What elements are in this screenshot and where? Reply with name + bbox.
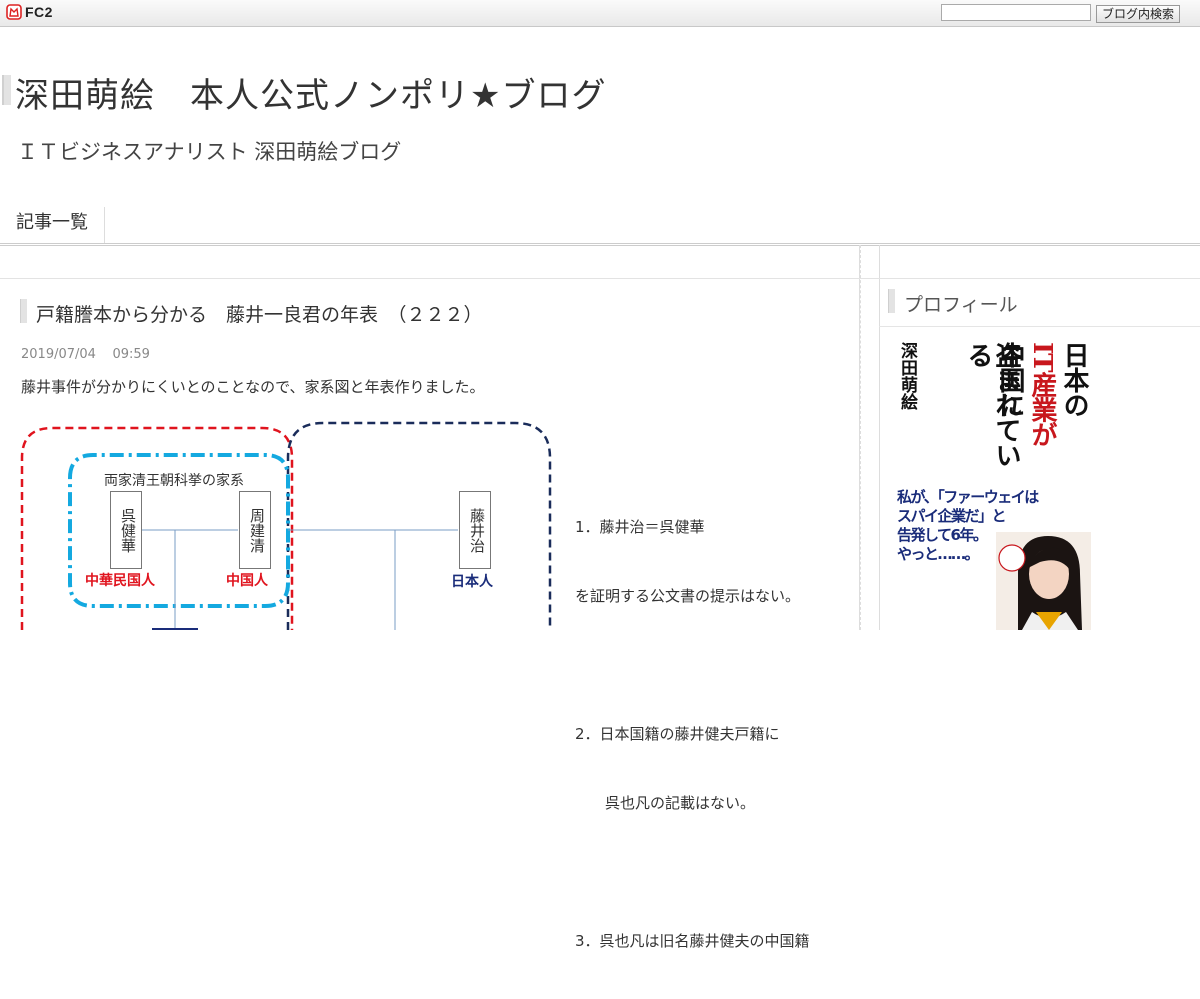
book-title-line: 日本の — [1059, 342, 1089, 417]
profile-divider — [879, 326, 1200, 327]
fc2-toolbar: FC2 ブログ内検索 — [0, 0, 1200, 27]
entry-time: 09:59 — [112, 347, 150, 362]
entry-title[interactable]: 戸籍謄本から分かる 藤井一良君の年表 （２２２） — [36, 300, 483, 327]
blog-search-button[interactable]: ブログ内検索 — [1096, 5, 1180, 23]
person-box-wu: 呉健華 — [110, 491, 142, 569]
note-line: 1．藤井治＝呉健華 — [575, 518, 705, 536]
note-line — [575, 654, 810, 677]
entry-lead-text: 藤井事件が分かりにくいとのことなので、家系図と年表作りました。 — [21, 378, 485, 396]
note-line: 2．日本国籍の藤井健夫戸籍に — [575, 725, 780, 743]
book-title-line: 盗まれている — [963, 342, 1021, 467]
fc2-logo[interactable]: FC2 — [6, 4, 53, 20]
book-cover-lower: 私が、「ファーウェイは スパイ企業だ」と 告発して6年。 やっと……。 — [894, 488, 1091, 630]
fc2-logo-text: FC2 — [25, 4, 53, 20]
book-title: 日本の IT産業が 中国に 盗まれている — [932, 342, 1089, 487]
content-top-divider — [0, 278, 1200, 279]
nationality-label-roc: 中華民国人 — [85, 573, 155, 589]
fc2-fox-icon — [6, 4, 22, 20]
profile-heading-accent — [888, 289, 895, 313]
note-line: 3．呉也凡は旧名藤井健夫の中国籍 — [575, 932, 810, 950]
global-nav: 記事一覧 — [0, 207, 1200, 246]
book-title-line: IT産業が — [1027, 342, 1057, 447]
book-cover-image[interactable]: 深田萌絵 日本の IT産業が 中国に 盗まれている 私が、「ファーウェイは スパ… — [894, 340, 1091, 630]
nav-item-article-list[interactable]: 記事一覧 — [0, 207, 105, 243]
blog-subtitle: ＩＴビジネスアナリスト 深田萌絵ブログ — [17, 140, 402, 164]
entry-date: 2019/07/04 — [21, 347, 96, 362]
diagram-notes: 1．藤井治＝呉健華 を証明する公文書の提示はない。 2．日本国籍の藤井健夫戸籍に… — [575, 470, 810, 999]
note-line: を証明する公文書の提示はない。 — [575, 587, 801, 605]
catch-line: 告発して6年。 — [897, 526, 988, 544]
family-tree-diagram: 両家清王朝科挙の家系 呉健華 中華民国人 周建清 中国人 藤井治 日本人 1．藤… — [18, 418, 838, 950]
column-gutter — [860, 245, 879, 630]
person-box-fujii: 藤井治 — [459, 491, 491, 569]
entry-title-accent — [20, 299, 27, 323]
catch-line: スパイ企業だ」と — [897, 507, 1007, 525]
nationality-label-japan: 日本人 — [451, 574, 493, 590]
profile-heading: プロフィール — [904, 294, 1018, 316]
family-group-title: 両家清王朝科挙の家系 — [104, 473, 244, 489]
author-portrait-image — [996, 532, 1091, 630]
nationality-label-prc: 中国人 — [226, 573, 268, 589]
note-line: 呉也凡の記載はない。 — [575, 794, 756, 812]
entry-datetime: 2019/07/04 09:59 — [21, 347, 150, 362]
blog-title[interactable]: 深田萌絵 本人公式ノンポリ★ブログ — [15, 68, 606, 117]
navy-dashed-group — [286, 421, 552, 630]
catch-line: 私が、「ファーウェイは — [897, 488, 1039, 506]
person-box-zhou: 周建清 — [239, 491, 271, 569]
catch-line: やっと……。 — [897, 545, 980, 563]
title-accent-bar — [2, 75, 11, 105]
blog-search-input[interactable] — [941, 4, 1091, 21]
note-line — [575, 861, 810, 884]
book-author: 深田萌絵 — [897, 342, 917, 410]
